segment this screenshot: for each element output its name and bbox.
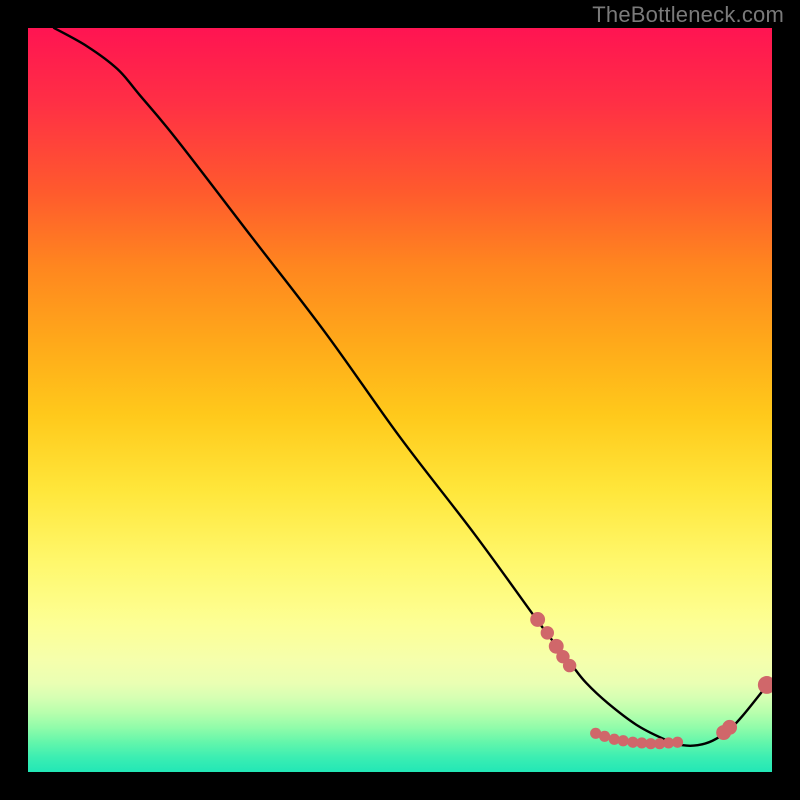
chart-stage: TheBottleneck.com [0,0,800,800]
watermark-text: TheBottleneck.com [592,2,784,28]
plot-area [28,28,772,772]
